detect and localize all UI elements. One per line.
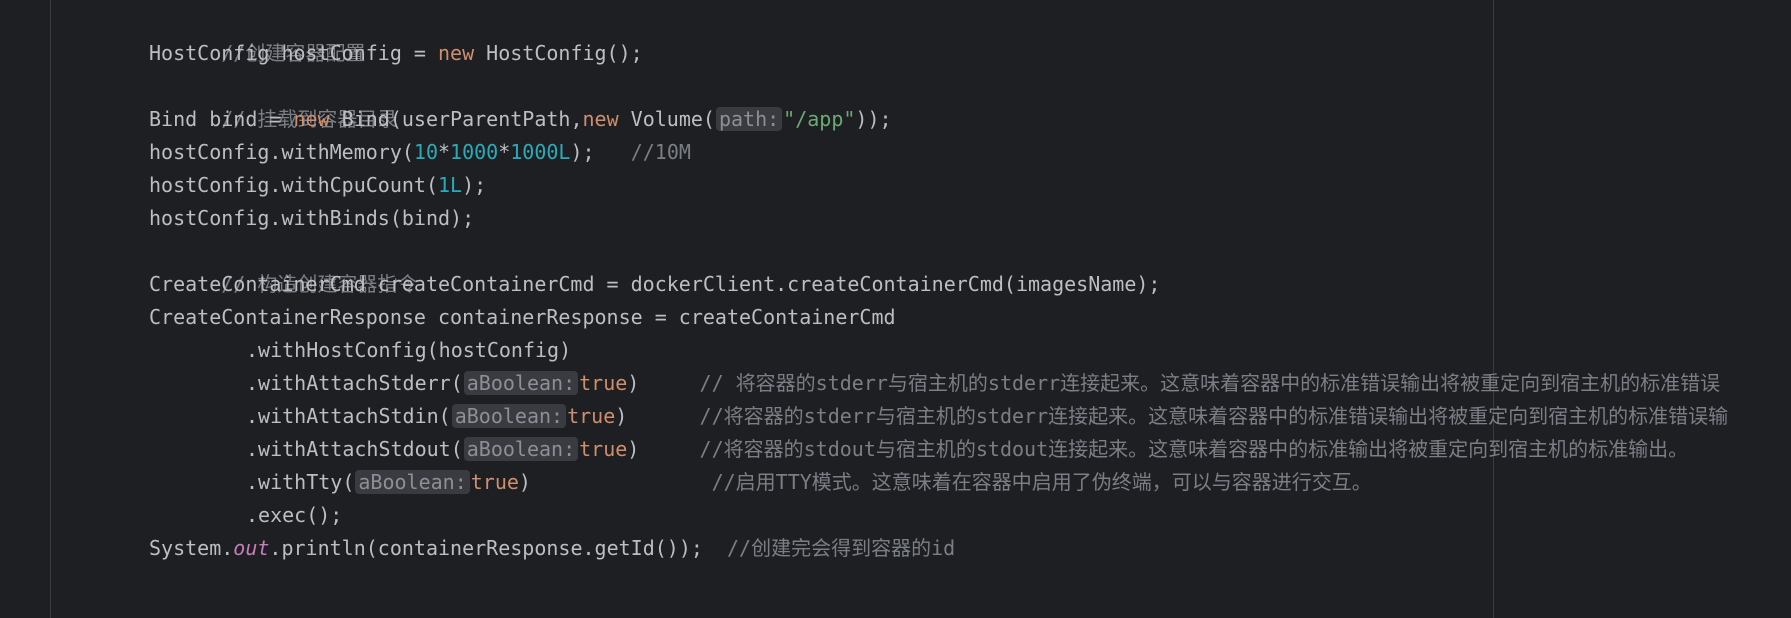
code-line-16[interactable]: .exec(); xyxy=(246,499,342,532)
code-text: HostConfig(); xyxy=(474,41,643,65)
code-line-5[interactable]: hostConfig.withMemory(10*1000*1000L); //… xyxy=(149,136,691,169)
code-line-11[interactable]: .withHostConfig(hostConfig) xyxy=(246,334,571,367)
keyword: true xyxy=(567,404,616,428)
code-text: .exec(); xyxy=(246,503,343,527)
code-text: HostConfig hostConfig = xyxy=(149,41,438,65)
parameter-hint: path: xyxy=(715,107,783,131)
code-line-2[interactable]: HostConfig hostConfig = new HostConfig()… xyxy=(149,37,643,70)
parameter-hint: aBoolean: xyxy=(463,437,579,461)
code-text: System. xyxy=(149,536,234,560)
code-text: .withAttachStdout( xyxy=(246,437,463,461)
code-line-1[interactable]: //创建容器配置 xyxy=(149,4,365,65)
static-field: out xyxy=(233,536,270,560)
code-line-7[interactable]: hostConfig.withBinds(bind); xyxy=(149,202,474,235)
code-text: .println(containerResponse.getId()); xyxy=(269,536,727,560)
operator: * xyxy=(438,140,451,164)
code-line-12[interactable]: .withAttachStderr(aBoolean: true) // 将容器的… xyxy=(246,367,1720,400)
comment: // 将容器的stderr与宿主机的stderr连接起来。这意味着容器中的标准错… xyxy=(699,371,1721,395)
keyword: new xyxy=(582,107,619,131)
code-text: .withAttachStderr( xyxy=(246,371,463,395)
code-editor[interactable]: //创建容器配置 HostConfig hostConfig = new Hos… xyxy=(0,0,1791,618)
code-line-6[interactable]: hostConfig.withCpuCount(1L); xyxy=(149,169,486,202)
number-literal: 1000L xyxy=(510,140,571,164)
code-line-14[interactable]: .withAttachStdout(aBoolean: true) //将容器的s… xyxy=(246,433,1688,466)
keyword: new xyxy=(293,107,330,131)
code-text: ) xyxy=(627,371,700,395)
code-text: .withTty( xyxy=(246,470,355,494)
string-literal: "/app" xyxy=(783,107,856,131)
code-text: ); xyxy=(570,140,631,164)
code-text: ); xyxy=(462,173,487,197)
code-line-13[interactable]: .withAttachStdin(aBoolean: true) //将容器的st… xyxy=(246,400,1728,433)
code-text: CreateContainerCmd createContainerCmd = … xyxy=(149,272,1161,296)
code-line-9[interactable]: CreateContainerCmd createContainerCmd = … xyxy=(149,268,1160,301)
indent-guide xyxy=(50,0,51,618)
comment: //10M xyxy=(630,140,691,164)
code-line-4[interactable]: Bind bind = new Bind(userParentPath,new … xyxy=(149,103,892,136)
keyword: true xyxy=(579,371,628,395)
code-text: Bind(userParentPath, xyxy=(329,107,583,131)
code-line-8[interactable]: // 构造创建容器指令 xyxy=(149,235,417,296)
code-text: .withHostConfig(hostConfig) xyxy=(246,338,572,362)
comment: //启用TTY模式。这意味着在容器中启用了伪终端，可以与容器进行交互。 xyxy=(711,470,1372,494)
keyword: true xyxy=(579,437,628,461)
code-text: Volume( xyxy=(618,107,715,131)
code-text: hostConfig.withBinds(bind); xyxy=(149,206,475,230)
code-text: Bind bind = xyxy=(149,107,294,131)
code-text: ) xyxy=(518,470,712,494)
code-text: .withAttachStdin( xyxy=(246,404,451,428)
code-text: CreateContainerResponse containerRespons… xyxy=(149,305,896,329)
code-text: hostConfig.withCpuCount( xyxy=(149,173,438,197)
number-literal: 1L xyxy=(437,173,463,197)
number-literal: 1000 xyxy=(450,140,499,164)
comment: //创建完会得到容器的id xyxy=(726,536,956,560)
parameter-hint: aBoolean: xyxy=(463,371,579,395)
parameter-hint: aBoolean: xyxy=(451,404,567,428)
keyword: true xyxy=(470,470,519,494)
code-line-10[interactable]: CreateContainerResponse containerRespons… xyxy=(149,301,896,334)
code-line-3[interactable]: // 挂载到容器目录 xyxy=(149,70,397,131)
operator: * xyxy=(498,140,511,164)
code-line-15[interactable]: .withTty(aBoolean: true) //启用TTY模式。这意味着在容… xyxy=(246,466,1372,499)
comment: //将容器的stdout与宿主机的stdout连接起来。这意味着容器中的标准输出… xyxy=(699,437,1689,461)
parameter-hint: aBoolean: xyxy=(355,470,470,494)
right-margin-guide xyxy=(1493,0,1494,618)
number-literal: 10 xyxy=(413,140,438,164)
code-text: )); xyxy=(855,107,892,131)
code-text: ) xyxy=(627,437,700,461)
comment: //将容器的stderr与宿主机的stderr连接起来。这意味着容器中的标准错误… xyxy=(699,404,1729,428)
keyword: new xyxy=(437,41,475,65)
code-text: ) xyxy=(615,404,700,428)
code-line-17[interactable]: System.out.println(containerResponse.get… xyxy=(149,532,955,565)
code-text: hostConfig.withMemory( xyxy=(149,140,414,164)
